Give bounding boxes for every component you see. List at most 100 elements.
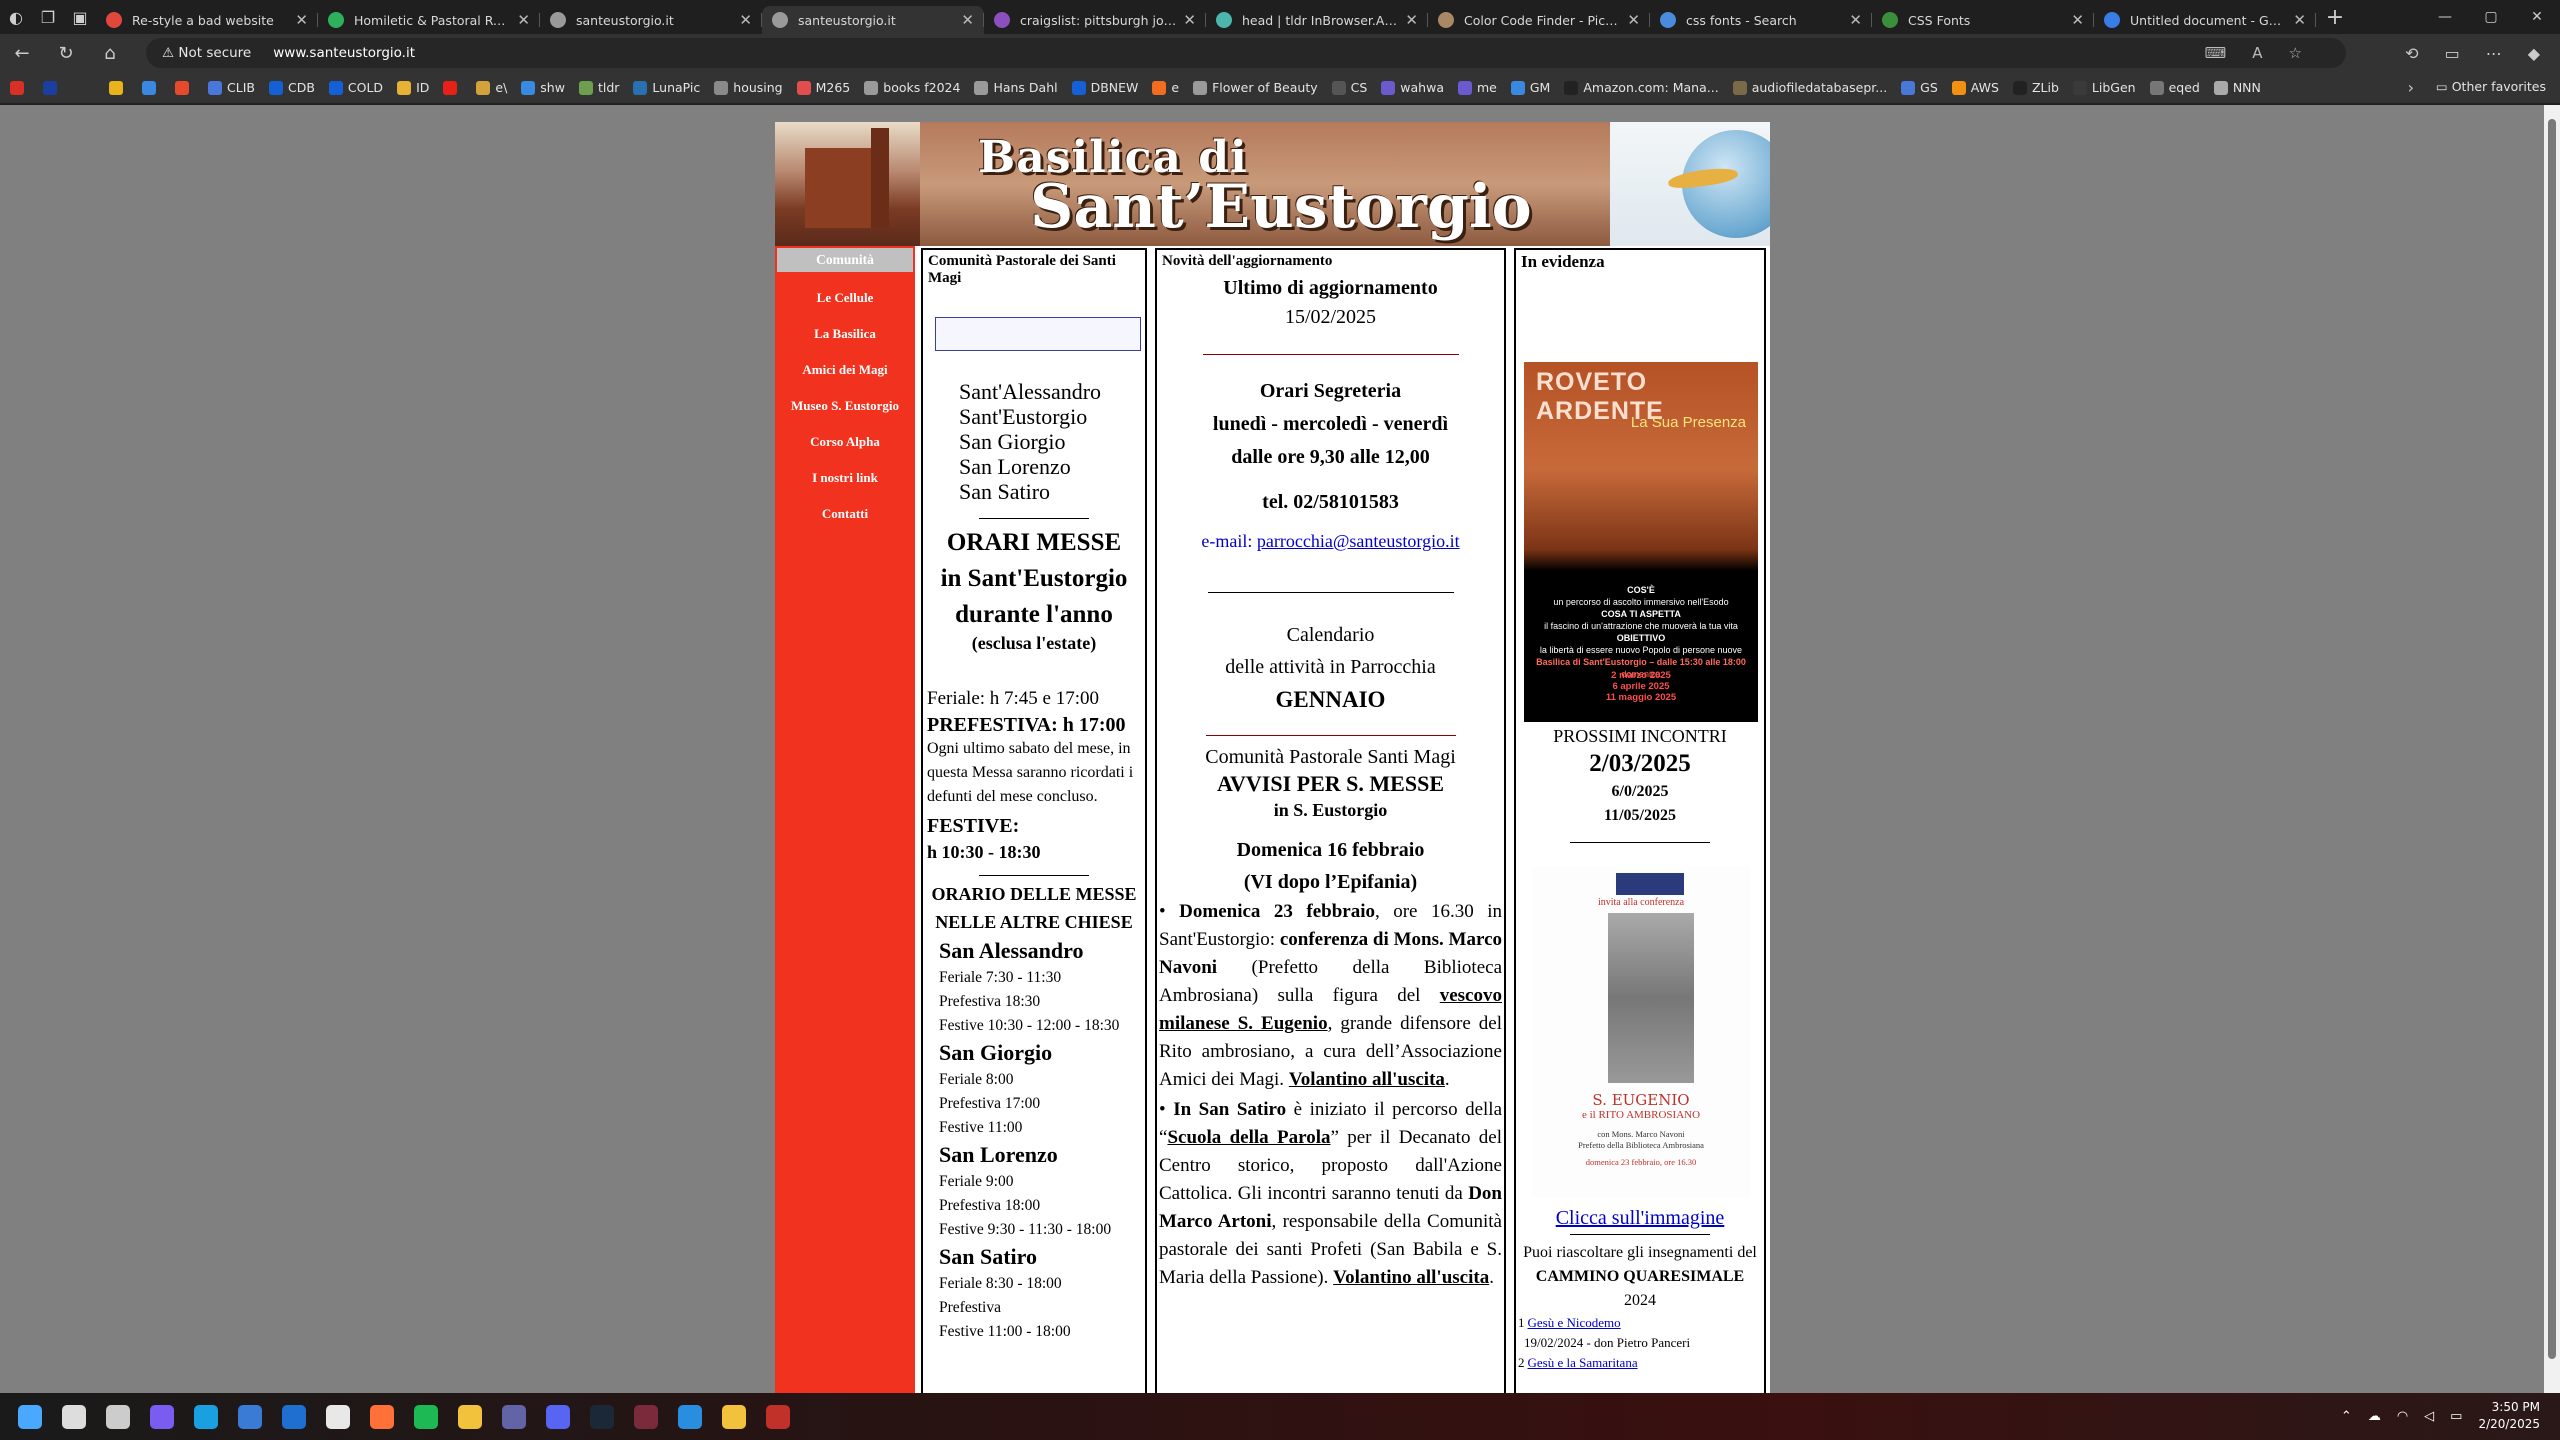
tab-close-icon[interactable]: ✕	[1183, 11, 1196, 29]
sidebar-item-3[interactable]: La Basilica	[775, 316, 915, 352]
taskbar-app-icon[interactable]	[756, 1393, 800, 1440]
taskbar-teams-icon[interactable]	[492, 1393, 536, 1440]
sidebar-item-4[interactable]: Amici dei Magi	[775, 352, 915, 388]
taskbar-steam-icon[interactable]	[580, 1393, 624, 1440]
sidebar-item-8[interactable]: Contatti	[775, 496, 915, 532]
cammino-item-link[interactable]: Gesù e la Samaritana	[1528, 1355, 1638, 1370]
taskbar-outlook-icon[interactable]	[272, 1393, 316, 1440]
close-window-icon[interactable]: ✕	[2514, 0, 2560, 34]
email-link[interactable]: parrocchia@santeustorgio.it	[1257, 531, 1460, 551]
browser-tab[interactable]: santeustorgio.it ✕	[762, 6, 984, 34]
bookmark-item[interactable]	[76, 80, 95, 95]
taskbar-search-icon[interactable]	[52, 1393, 96, 1440]
page-scrollbar[interactable]	[2544, 105, 2560, 1393]
bookmark-item[interactable]: ZLib	[2012, 80, 2059, 95]
cammino-item-link[interactable]: Gesù e Nicodemo	[1528, 1315, 1621, 1330]
browser-tab[interactable]: craigslist: pittsburgh jobs, apa ✕	[984, 6, 1206, 34]
browser-tab[interactable]: Color Code Finder - Pick Hex/R ✕	[1428, 6, 1650, 34]
bookmark-item[interactable]: LunaPic	[633, 80, 700, 95]
taskbar-copilot-icon[interactable]	[140, 1393, 184, 1440]
taskbar-taskview-icon[interactable]	[96, 1393, 140, 1440]
bookmark-item[interactable]: wahwa	[1381, 80, 1444, 95]
onedrive-icon[interactable]: ☁	[2368, 1409, 2381, 1424]
sidebar-item-6[interactable]: Corso Alpha	[775, 424, 915, 460]
new-tab-button[interactable]: +	[2320, 5, 2350, 30]
clock[interactable]: 3:50 PM 2/20/2025	[2478, 1399, 2540, 1433]
bookmarks-overflow-icon[interactable]: ›	[2408, 78, 2414, 97]
browser-tab[interactable]: Untitled document - Google D ✕	[2094, 6, 2316, 34]
tab-close-icon[interactable]: ✕	[739, 11, 752, 29]
more-menu-icon[interactable]: ⋯	[2486, 44, 2502, 63]
bookmark-item[interactable]	[142, 80, 161, 95]
browser-tab[interactable]: css fonts - Search ✕	[1650, 6, 1872, 34]
security-indicator[interactable]: ⚠ Not secure	[162, 45, 251, 61]
bookmark-item[interactable]: ID	[397, 80, 429, 95]
tab-close-icon[interactable]: ✕	[2293, 11, 2306, 29]
bookmark-item[interactable]: LibGen	[2072, 80, 2136, 95]
wifi-icon[interactable]: ◠	[2397, 1409, 2408, 1424]
bookmark-item[interactable]: CDB	[268, 80, 315, 95]
taskbar-edge-icon[interactable]	[184, 1393, 228, 1440]
bookmark-item[interactable]: books f2024	[864, 80, 960, 95]
scrollbar-thumb[interactable]	[2548, 119, 2556, 1359]
taskbar-discord-icon[interactable]	[536, 1393, 580, 1440]
calendar-month[interactable]: GENNAIO	[1157, 683, 1504, 717]
clicca-immagine-link[interactable]: Clicca sull'immagine	[1556, 1207, 1725, 1229]
tab-close-icon[interactable]: ✕	[517, 11, 530, 29]
taskbar-notes-icon[interactable]	[712, 1393, 756, 1440]
volume-icon[interactable]: ◁	[2424, 1409, 2434, 1424]
bookmark-item[interactable]: me	[1458, 80, 1497, 95]
bookmark-item[interactable]: GM	[1510, 80, 1550, 95]
home-icon[interactable]: ⌂	[88, 43, 132, 64]
vertical-tabs-icon[interactable]: ▣	[64, 0, 96, 34]
bookmark-item[interactable]	[109, 80, 128, 95]
workspaces-icon[interactable]: ❐	[32, 0, 64, 34]
taskbar-cursor-icon[interactable]	[624, 1393, 668, 1440]
profile-icon[interactable]: ◐	[0, 0, 32, 34]
minimize-icon[interactable]: —	[2422, 0, 2468, 34]
browser-tab[interactable]: Homiletic & Pastoral Review - ✕	[318, 6, 540, 34]
bookmark-item[interactable]: COLD	[328, 80, 383, 95]
taskbar-vscode-icon[interactable]	[668, 1393, 712, 1440]
bookmark-item[interactable]: tldr	[578, 80, 619, 95]
bookmark-item[interactable]: eqed	[2149, 80, 2200, 95]
maximize-icon[interactable]: ▢	[2468, 0, 2514, 34]
taskbar-spotify-icon[interactable]	[404, 1393, 448, 1440]
bookmark-item[interactable]: e\	[476, 80, 507, 95]
copilot-icon[interactable]: ◆	[2528, 44, 2540, 63]
browser-tab[interactable]: head | tldr InBrowser.App ✕	[1206, 6, 1428, 34]
back-icon[interactable]: ←	[0, 43, 44, 64]
roveto-ardente-poster[interactable]: ROVETO ARDENTE La Sua Presenza COS'È un p…	[1524, 362, 1758, 722]
extensions-icon[interactable]: ⟲	[2405, 44, 2418, 63]
browser-tab[interactable]: Re-style a bad website ✕	[96, 6, 318, 34]
other-favorites[interactable]: ▭ Other favorites	[2436, 79, 2546, 94]
taskbar-store-icon[interactable]	[228, 1393, 272, 1440]
url-text[interactable]: www.santeustorgio.it	[273, 45, 415, 61]
sidebar-item-1[interactable]: Comunità	[777, 248, 913, 272]
bookmark-item[interactable]: Amazon.com: Mana...	[1564, 80, 1719, 95]
taskbar-chrome-icon[interactable]	[316, 1393, 360, 1440]
sidebar-item-5[interactable]: Museo S. Eustorgio	[775, 388, 915, 424]
address-bar[interactable]: ⚠ Not secure www.santeustorgio.it ⌨A☆	[146, 38, 2346, 68]
bookmark-item[interactable]	[10, 80, 29, 95]
tray-overflow-icon[interactable]: ⌃	[2341, 1409, 2352, 1424]
bookmark-item[interactable]: CS	[1331, 80, 1367, 95]
split-screen-icon[interactable]: ▭	[2445, 44, 2460, 63]
bookmark-item[interactable]: M265	[796, 80, 850, 95]
bookmark-item[interactable]: DBNEW	[1071, 80, 1138, 95]
tab-close-icon[interactable]: ✕	[1405, 11, 1418, 29]
reload-icon[interactable]: ↻	[44, 43, 88, 64]
s-eugenio-poster[interactable]: invita alla conferenza S. EUGENIO e il R…	[1532, 867, 1750, 1197]
bookmark-item[interactable]: shw	[521, 80, 565, 95]
bookmark-item[interactable]: GS	[1901, 80, 1938, 95]
taskbar-explorer-icon[interactable]	[448, 1393, 492, 1440]
taskbar-start-icon[interactable]	[8, 1393, 52, 1440]
tab-close-icon[interactable]: ✕	[1849, 11, 1862, 29]
bookmark-item[interactable]: Hans Dahl	[974, 80, 1058, 95]
battery-icon[interactable]: ▭	[2450, 1409, 2462, 1424]
bookmark-item[interactable]: CLIB	[208, 80, 255, 95]
browser-tab[interactable]: CSS Fonts ✕	[1872, 6, 2094, 34]
address-bar-actions[interactable]: ⌨A☆	[2205, 44, 2328, 62]
bookmark-item[interactable]	[43, 80, 62, 95]
bookmark-item[interactable]	[175, 80, 194, 95]
